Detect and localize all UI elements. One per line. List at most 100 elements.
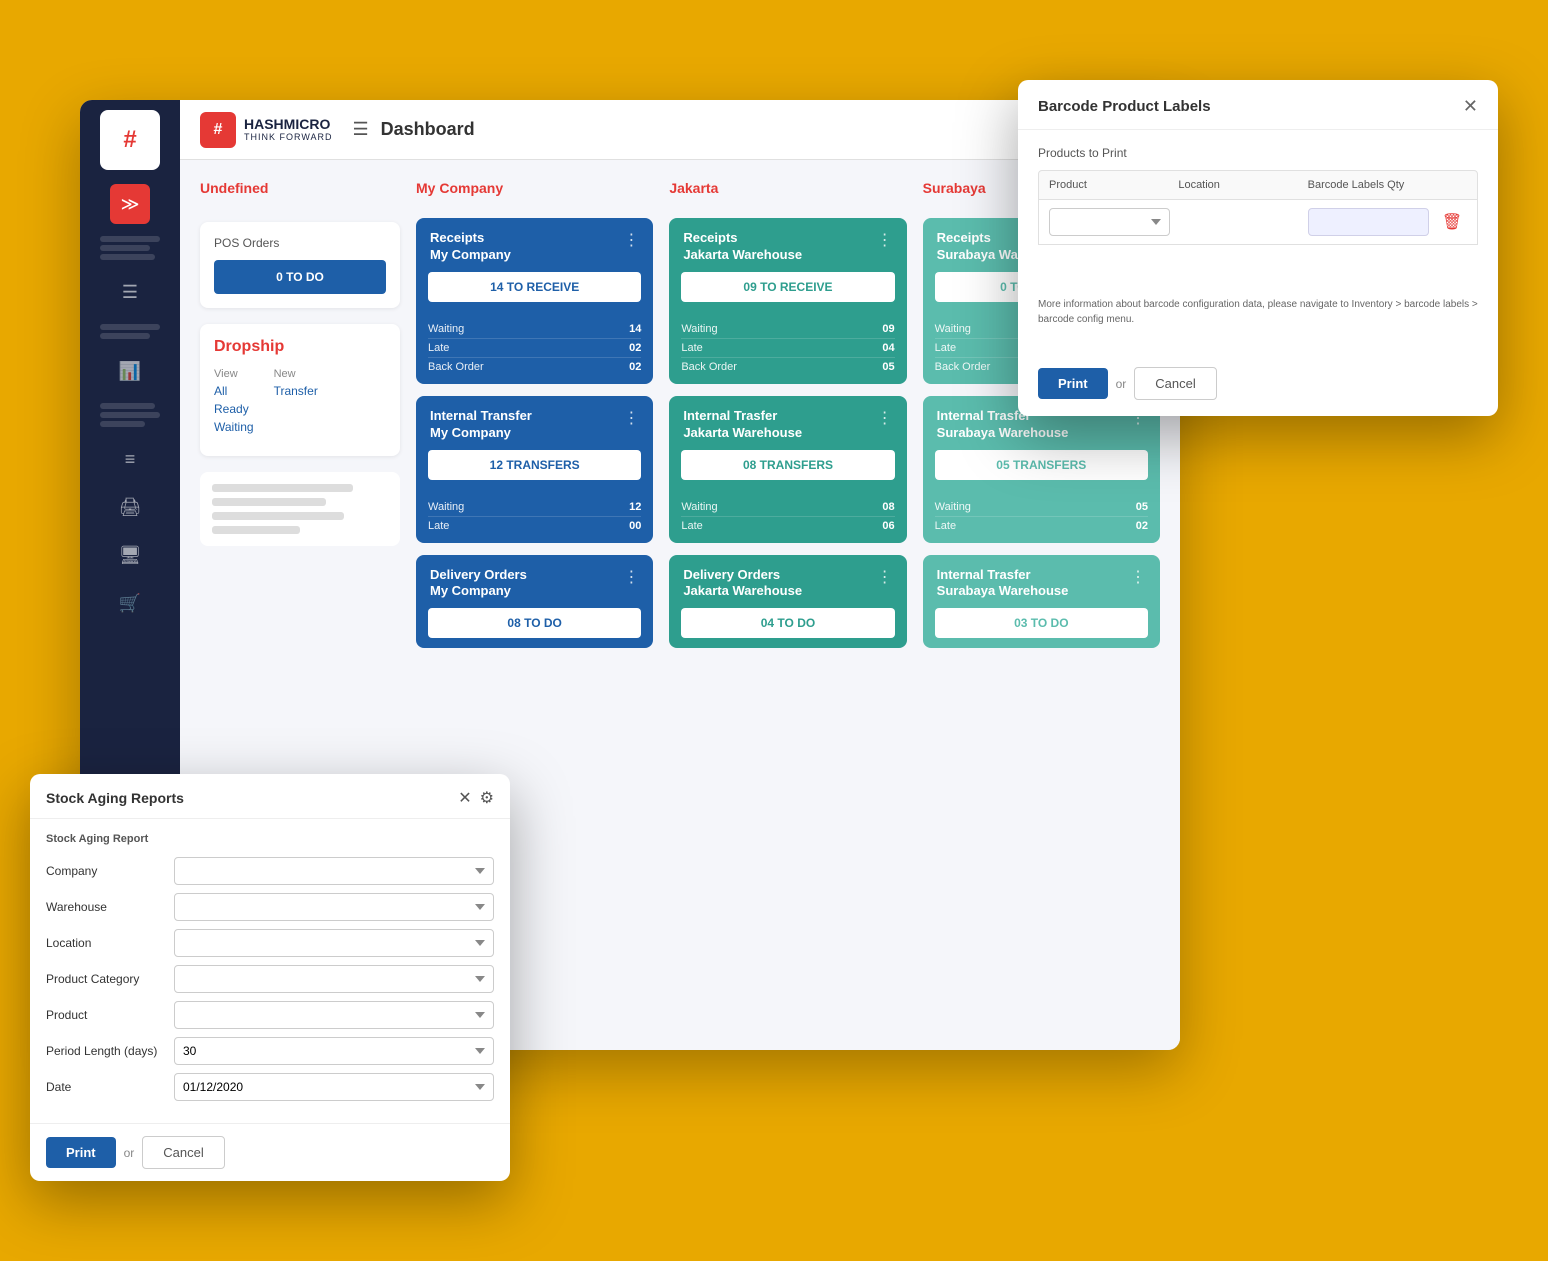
date-select[interactable]: 01/12/2020	[174, 1073, 494, 1101]
jakarta-title: Jakarta	[669, 180, 906, 196]
barcode-print-button[interactable]: Print	[1038, 368, 1108, 399]
sidebar-icon-table[interactable]: ≡	[110, 439, 150, 479]
jakarta-do-button[interactable]: 04 TO DO	[681, 608, 894, 638]
brand-icon: #	[200, 112, 236, 148]
jakarta-receipts-header: Receipts Jakarta Warehouse ⋮	[669, 218, 906, 272]
barcode-qty-input[interactable]	[1308, 208, 1429, 236]
jakarta-do-card: Delivery Orders Jakarta Warehouse ⋮ 04 T…	[669, 555, 906, 649]
warehouse-select[interactable]	[174, 893, 494, 921]
location-select[interactable]	[174, 929, 494, 957]
barcode-section-title: Products to Print	[1038, 146, 1478, 160]
surabaya-it2-button[interactable]: 03 TO DO	[935, 608, 1148, 638]
header-logo: # HASHMICRO THINK FORWARD	[200, 112, 333, 148]
pos-orders-label: POS Orders	[214, 236, 386, 250]
my-company-receipts-menu[interactable]: ⋮	[623, 230, 639, 250]
sidebar-icon-print[interactable]: 🖨	[110, 487, 150, 527]
sidebar-icon-cart[interactable]: 🛒	[110, 583, 150, 623]
stock-print-button[interactable]: Print	[46, 1137, 116, 1168]
barcode-modal-footer: Print or Cancel	[1018, 355, 1498, 416]
my-company-receipts-title: Receipts My Company	[430, 230, 511, 264]
sidebar-icon-chart[interactable]: 📊	[110, 351, 150, 391]
period-length-select[interactable]: 30	[174, 1037, 494, 1065]
my-company-it-title: Internal Transfer My Company	[430, 408, 532, 442]
my-company-it-button[interactable]: 12 TRANSFERS	[428, 450, 641, 480]
my-company-receipts-card: Receipts My Company ⋮ 14 TO RECEIVE Wait…	[416, 218, 653, 384]
stock-modal-settings-button[interactable]: ⚙	[480, 788, 494, 808]
my-company-receipts-button[interactable]: 14 TO RECEIVE	[428, 272, 641, 302]
dropship-link-ready[interactable]: Ready	[214, 402, 254, 416]
jakarta-receipts-menu[interactable]: ⋮	[877, 230, 893, 250]
sidebar-icon-monitor[interactable]: 🖥	[110, 535, 150, 575]
nav-skeleton3	[90, 395, 170, 435]
jakarta-do-title: Delivery Orders Jakarta Warehouse	[683, 567, 802, 601]
my-company-internal-transfer-card: Internal Transfer My Company ⋮ 12 TRANSF…	[416, 396, 653, 543]
my-company-receipts-stats: Waiting 14 Late 02 Back Order 02	[416, 312, 653, 384]
nav-skeleton	[90, 228, 170, 268]
jakarta-receipts-stats: Waiting 09 Late 04 Back Order 05	[669, 312, 906, 384]
sidebar-icon-double-arrow[interactable]: ≫	[110, 184, 150, 224]
barcode-table-row: 🗑	[1038, 200, 1478, 245]
stat-row: Back Order 02	[428, 358, 641, 376]
hamburger-icon[interactable]: ☰	[353, 119, 369, 140]
page-title: Dashboard	[381, 119, 475, 140]
period-length-row: Period Length (days) 30	[46, 1037, 494, 1065]
stock-modal-footer: Print or Cancel	[30, 1123, 510, 1181]
company-label: Company	[46, 864, 166, 878]
jakarta-receipts-title: Receipts Jakarta Warehouse	[683, 230, 802, 264]
stock-modal-body: Stock Aging Report Company Warehouse Loc…	[30, 819, 510, 1123]
company-row: Company	[46, 857, 494, 885]
barcode-table-header: Product Location Barcode Labels Qty	[1038, 170, 1478, 200]
my-company-it-stats: Waiting 12 Late 00	[416, 490, 653, 543]
nav-skeleton2	[90, 316, 170, 347]
stock-aging-modal: Stock Aging Reports ✕ ⚙ Stock Aging Repo…	[30, 774, 510, 1181]
location-row: Location	[46, 929, 494, 957]
barcode-modal-title: Barcode Product Labels	[1038, 98, 1211, 115]
stat-row: Late 04	[681, 339, 894, 358]
my-company-do-menu[interactable]: ⋮	[623, 567, 639, 587]
dropship-new-col: New Transfer	[274, 368, 318, 438]
stat-row: Late 00	[428, 517, 641, 535]
period-length-label: Period Length (days)	[46, 1044, 166, 1058]
dropship-title: Dropship	[214, 338, 386, 356]
product-category-label: Product Category	[46, 972, 166, 986]
warehouse-row: Warehouse	[46, 893, 494, 921]
stat-row: Late 06	[681, 517, 894, 535]
product-select-stock[interactable]	[174, 1001, 494, 1029]
jakarta-do-menu[interactable]: ⋮	[877, 567, 893, 587]
my-company-do-button[interactable]: 08 TO DO	[428, 608, 641, 638]
product-category-select[interactable]	[174, 965, 494, 993]
jakarta-receipts-button[interactable]: 09 TO RECEIVE	[681, 272, 894, 302]
brand-sub: THINK FORWARD	[244, 132, 333, 142]
surabaya-it2-title: Internal Trasfer Surabaya Warehouse	[937, 567, 1069, 601]
my-company-column: My Company Receipts My Company ⋮ 14 TO R…	[416, 180, 653, 648]
dropship-link-all[interactable]: All	[214, 384, 254, 398]
stat-row: Late 02	[935, 517, 1148, 535]
barcode-modal-close-button[interactable]: ✕	[1463, 96, 1478, 117]
jakarta-it-button[interactable]: 08 TRANSFERS	[681, 450, 894, 480]
surabaya-it2-menu[interactable]: ⋮	[1130, 567, 1146, 587]
warehouse-label: Warehouse	[46, 900, 166, 914]
surabaya-it-button[interactable]: 05 TRANSFERS	[935, 450, 1148, 480]
stat-row: Waiting 09	[681, 320, 894, 339]
company-select[interactable]	[174, 857, 494, 885]
jakarta-it-title: Internal Trasfer Jakarta Warehouse	[683, 408, 802, 442]
stock-modal-close-button[interactable]: ✕	[458, 788, 471, 808]
product-select[interactable]	[1049, 208, 1170, 236]
product-label: Product	[46, 1008, 166, 1022]
barcode-cancel-button[interactable]: Cancel	[1134, 367, 1216, 400]
sidebar-icon-list[interactable]: ☰	[110, 272, 150, 312]
my-company-do-title: Delivery Orders My Company	[430, 567, 527, 601]
my-company-it-menu[interactable]: ⋮	[623, 408, 639, 428]
dropship-link-waiting[interactable]: Waiting	[214, 420, 254, 434]
barcode-modal-body: Products to Print Product Location Barco…	[1018, 130, 1498, 355]
stock-modal-icons: ✕ ⚙	[458, 788, 494, 808]
dropship-links-row: View All Ready Waiting New Transfer	[214, 368, 386, 438]
stock-cancel-button[interactable]: Cancel	[142, 1136, 224, 1169]
jakarta-it-menu[interactable]: ⋮	[877, 408, 893, 428]
col-action-header	[1437, 179, 1467, 191]
pos-orders-button[interactable]: 0 TO DO	[214, 260, 386, 294]
barcode-delete-button[interactable]: 🗑	[1437, 212, 1467, 232]
barcode-or-text: or	[1116, 377, 1127, 391]
dropship-link-transfer[interactable]: Transfer	[274, 384, 318, 398]
location-label: Location	[46, 936, 166, 950]
